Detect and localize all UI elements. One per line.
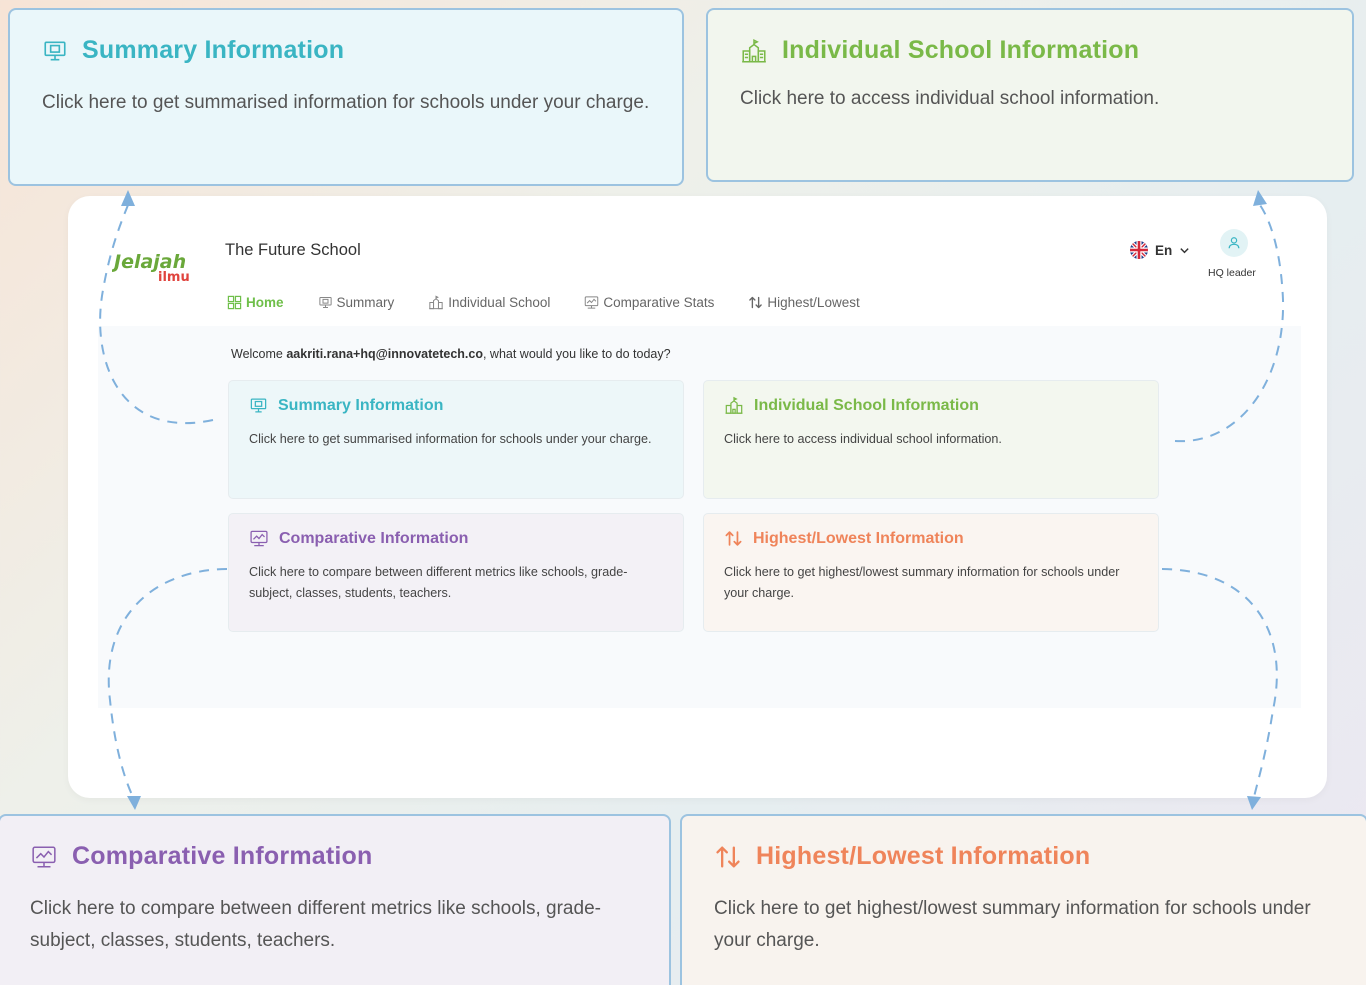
uk-flag-icon	[1130, 241, 1148, 259]
highlow-callout-desc: Click here to get highest/lowest summary…	[714, 898, 1311, 951]
school-icon	[725, 396, 743, 414]
comparative-callout: Comparative Information Click here to co…	[0, 814, 671, 985]
comparative-card[interactable]: Comparative Information Click here to co…	[228, 513, 684, 632]
chart-monitor-icon	[32, 845, 56, 868]
school-icon	[429, 295, 444, 310]
jelajah-ilmu-logo[interactable]: Jelajah ilmu	[110, 246, 202, 286]
nav-item-home[interactable]: Home	[227, 295, 284, 310]
presentation-icon	[318, 297, 332, 308]
main-nav: Home Summary Individual School Comparati…	[227, 295, 894, 310]
nav-item-individual-school[interactable]: Individual School	[428, 295, 550, 310]
nav-item-summary[interactable]: Summary	[318, 295, 395, 310]
welcome-prefix: Welcome	[231, 347, 287, 361]
comparative-callout-title-row: Comparative Information	[30, 842, 637, 871]
nav-item-highest-lowest[interactable]: Highest/Lowest	[748, 295, 860, 310]
comparative-callout-desc: Click here to compare between different …	[30, 898, 601, 951]
summary-card[interactable]: Summary Information Click here to get su…	[228, 380, 684, 499]
summary-card-desc: Click here to get summarised information…	[249, 432, 652, 446]
user-icon	[1228, 237, 1240, 249]
arrowhead-comparative	[127, 796, 141, 810]
highlow-callout: Highest/Lowest Information Click here to…	[680, 814, 1366, 985]
individual-callout-title-row: Individual School Information	[740, 36, 1320, 65]
highlow-card-desc: Click here to get highest/lowest summary…	[724, 565, 1120, 600]
highlow-callout-title: Highest/Lowest Information	[756, 842, 1091, 870]
chart-monitor-icon	[250, 530, 268, 547]
chart-monitor-icon	[585, 296, 599, 309]
highlow-callout-title-row: Highest/Lowest Information	[714, 842, 1334, 871]
highlow-card-title-row: Highest/Lowest Information	[724, 529, 1138, 548]
dashboard-content: Welcome aakriti.rana+hq@innovatetech.co,…	[98, 326, 1301, 708]
welcome-message: Welcome aakriti.rana+hq@innovatetech.co,…	[231, 347, 671, 361]
comparative-card-desc: Click here to compare between different …	[249, 565, 628, 600]
school-name: The Future School	[225, 241, 361, 259]
user-avatar[interactable]	[1220, 229, 1248, 257]
individual-card-desc: Click here to access individual school i…	[724, 432, 1002, 446]
nav-label-home: Home	[246, 295, 284, 310]
summary-card-title: Summary Information	[278, 396, 444, 414]
comparative-card-title: Comparative Information	[279, 529, 469, 547]
nav-label-summary: Summary	[336, 295, 395, 310]
presentation-icon	[44, 41, 66, 60]
highlow-card-title: Highest/Lowest Information	[753, 529, 964, 547]
nav-label-individual-school: Individual School	[448, 295, 551, 310]
language-label: En	[1155, 242, 1173, 258]
welcome-suffix: , what would you like to do today?	[482, 347, 671, 361]
nav-item-comparative-stats[interactable]: Comparative Stats	[584, 295, 714, 310]
nav-label-comparative-stats: Comparative Stats	[603, 295, 715, 310]
user-role: HQ leader	[1208, 267, 1256, 279]
sort-arrows-icon	[716, 846, 740, 867]
app-window: Jelajah ilmu The Future School Home Summ…	[68, 196, 1327, 798]
logo-text-line2: ilmu	[158, 270, 190, 285]
summary-callout-title: Summary Information	[82, 36, 345, 64]
highest-lowest-card[interactable]: Highest/Lowest Information Click here to…	[703, 513, 1159, 632]
chevron-down-icon	[1180, 247, 1189, 253]
individual-card-title: Individual School Information	[754, 396, 979, 414]
summary-card-title-row: Summary Information	[249, 396, 663, 415]
nav-label-highest-lowest: Highest/Lowest	[767, 295, 860, 310]
summary-callout: Summary Information Click here to get su…	[8, 8, 684, 186]
welcome-email: aakriti.rana+hq@innovatetech.co	[286, 347, 483, 361]
sort-arrows-icon	[749, 296, 763, 309]
individual-school-card[interactable]: Individual School Information Click here…	[703, 380, 1159, 499]
individual-callout: Individual School Information Click here…	[706, 8, 1354, 182]
arrowhead-highlow	[1247, 796, 1261, 810]
summary-callout-title-row: Summary Information	[42, 36, 650, 65]
grid-icon	[227, 295, 242, 310]
individual-card-title-row: Individual School Information	[724, 396, 1138, 415]
comparative-card-title-row: Comparative Information	[249, 529, 663, 548]
summary-callout-desc: Click here to get summarised information…	[42, 92, 650, 113]
language-selector[interactable]: En	[1130, 241, 1190, 259]
comparative-callout-title: Comparative Information	[72, 842, 373, 870]
sort-arrows-icon	[725, 531, 742, 546]
individual-callout-title: Individual School Information	[782, 36, 1140, 64]
individual-callout-desc: Click here to access individual school i…	[740, 88, 1160, 109]
presentation-icon	[250, 398, 267, 413]
school-icon	[742, 38, 766, 63]
